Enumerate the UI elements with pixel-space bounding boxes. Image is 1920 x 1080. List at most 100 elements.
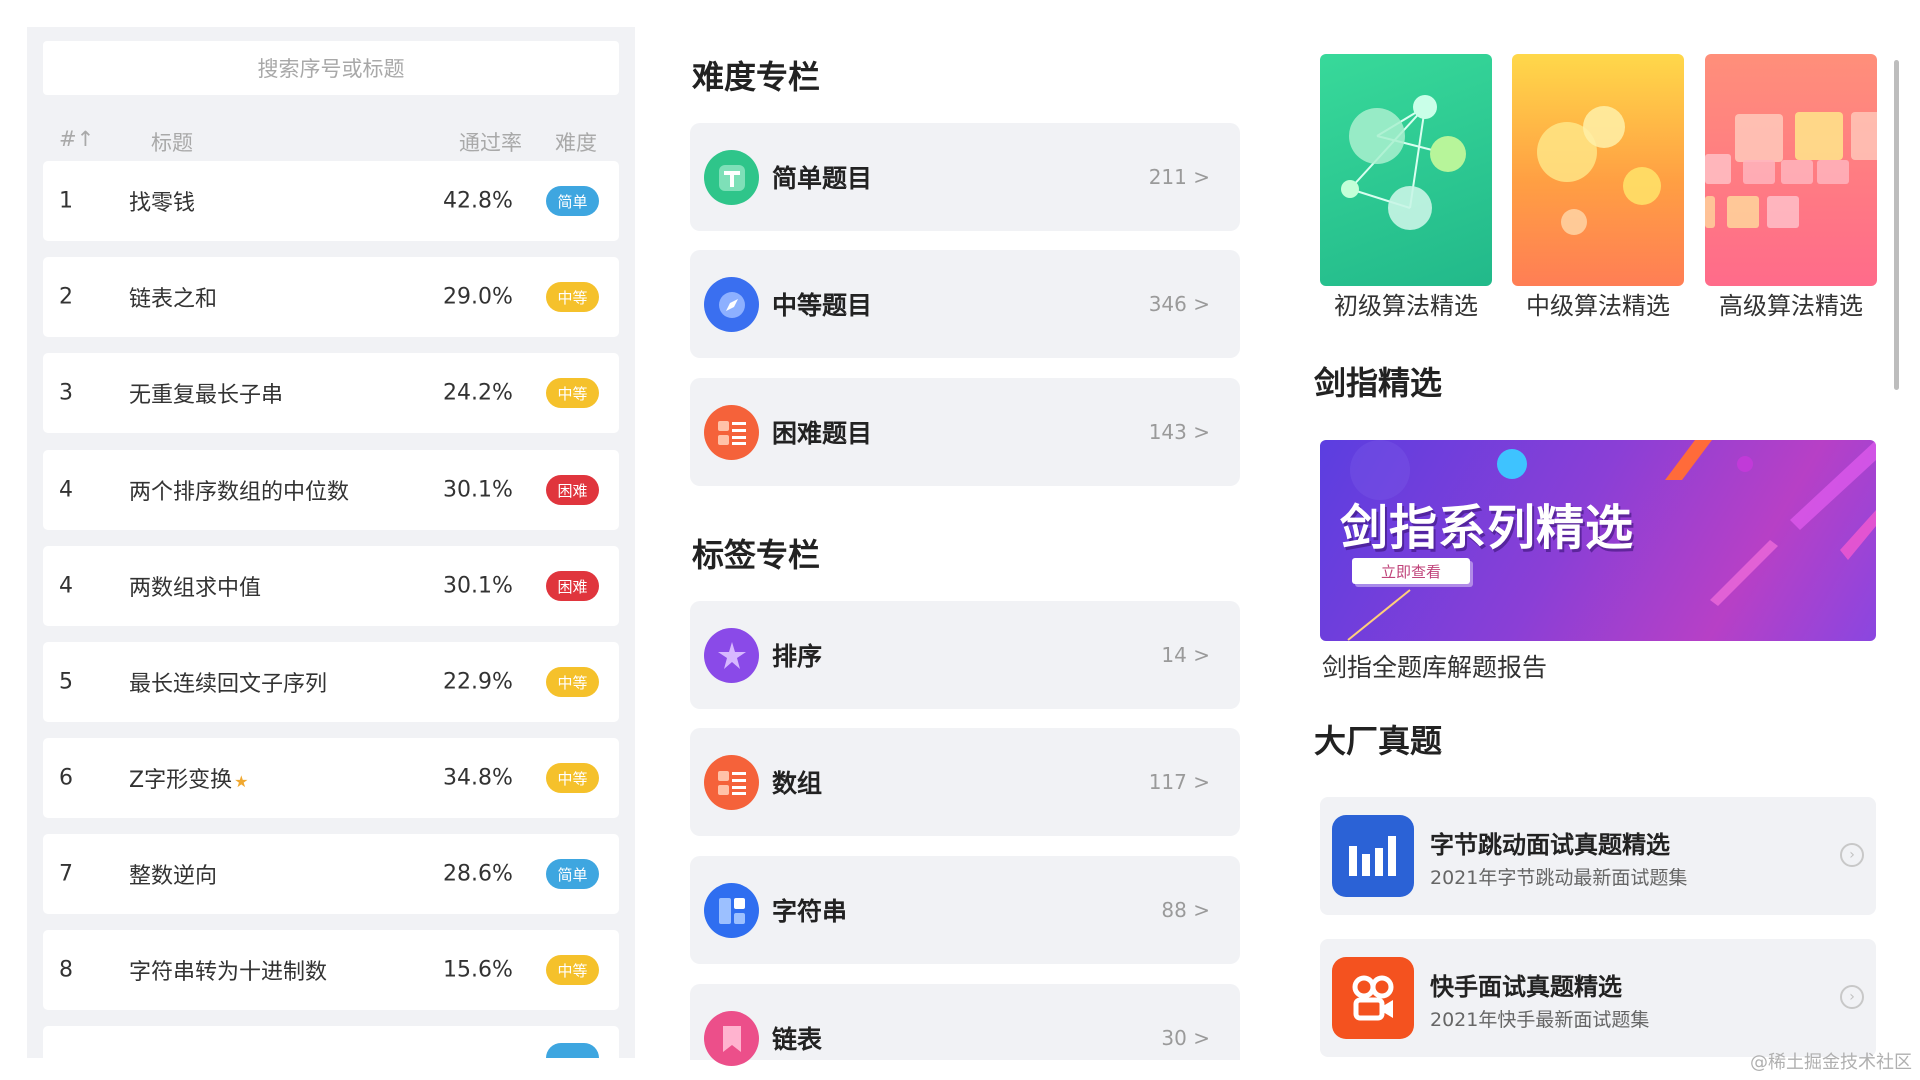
tag-label: 数组 — [772, 769, 823, 798]
problem-title: 无重复最长子串 — [129, 383, 284, 408]
problem-index: 8 — [59, 957, 73, 983]
tag-count: 88 > — [1161, 898, 1210, 922]
company-name: 快手面试真题精选 — [1430, 973, 1622, 1001]
easy-icon — [704, 150, 759, 205]
tag-label: 链表 — [772, 1025, 823, 1054]
problem-rate: 29.0% — [443, 284, 513, 310]
difficulty-badge: 中等 — [546, 955, 599, 985]
layout-icon — [704, 883, 759, 938]
difficulty-badge: 中等 — [546, 282, 599, 312]
bubbles-icon — [1537, 106, 1661, 235]
molecule-icon — [1341, 95, 1466, 230]
problem-index: 7 — [59, 861, 73, 887]
title-header: 标题 — [151, 131, 193, 155]
problem-row[interactable]: 5 最长连续回文子序列 22.9% 中等 — [43, 642, 619, 722]
difficulty-badge: 困难 — [546, 571, 599, 601]
companies-section-title: 大厂真题 — [1314, 722, 1443, 760]
jianzhi-banner[interactable]: 剑指系列精选 立即查看 — [1320, 440, 1876, 641]
tag-string[interactable]: 字符串 88 > — [690, 856, 1240, 964]
difficulty-badge: 中等 — [546, 667, 599, 697]
tag-count: 117 > — [1148, 770, 1210, 794]
company-card-bytedance[interactable]: 字节跳动面试真题精选 2021年字节跳动最新面试题集 › — [1320, 797, 1876, 915]
category-medium[interactable]: 中等题目 346 > — [690, 250, 1240, 358]
search-input[interactable]: 搜索序号或标题 — [43, 41, 619, 95]
banner-heading: 剑指系列精选 — [1340, 500, 1635, 556]
problem-index: 5 — [59, 669, 73, 695]
problem-rate: 34.8% — [443, 765, 513, 791]
tag-linked-list[interactable]: 链表 30 > — [690, 984, 1240, 1066]
problem-title: 链表之和 — [129, 287, 218, 312]
category-easy[interactable]: 简单题目 211 > — [690, 123, 1240, 231]
problem-row[interactable]: 6 Z字形变换 ★ 34.8% 中等 — [43, 738, 619, 818]
star-icon: ★ — [234, 772, 249, 791]
problem-row[interactable] — [43, 1026, 619, 1058]
problem-row[interactable]: 3 无重复最长子串 24.2% 中等 — [43, 353, 619, 433]
course-label: 高级算法精选 — [1719, 292, 1863, 320]
course-card-beginner[interactable] — [1320, 54, 1492, 286]
problem-title: 整数逆向 — [129, 864, 218, 889]
category-label: 简单题目 — [772, 164, 873, 193]
category-label: 困难题目 — [772, 419, 873, 448]
problem-title-text: Z字形变换 — [129, 768, 233, 793]
category-count: 346 > — [1148, 292, 1210, 316]
rate-header[interactable]: 通过率 — [459, 127, 522, 157]
problem-title: Z字形变换 ★ — [129, 762, 248, 794]
difficulty-badge: 简单 — [546, 186, 599, 216]
difficulty-header[interactable]: 难度 — [555, 127, 597, 157]
tag-sort[interactable]: 排序 14 > — [690, 601, 1240, 709]
tag-count: 30 > — [1161, 1026, 1210, 1050]
problem-title: 两个排序数组的中位数 — [129, 480, 350, 505]
problem-rate: 30.1% — [443, 573, 513, 599]
company-subtitle: 2021年字节跳动最新面试题集 — [1430, 867, 1688, 889]
list-icon — [704, 755, 759, 810]
course-card-intermediate[interactable] — [1512, 54, 1684, 286]
problem-title: 两数组求中值 — [129, 576, 262, 601]
problem-index: 6 — [59, 765, 73, 791]
scrollbar[interactable] — [1894, 60, 1899, 390]
tag-count: 14 > — [1161, 643, 1210, 667]
view-now-button[interactable]: 立即查看 — [1352, 558, 1470, 584]
difficulty-badge — [546, 1043, 599, 1058]
category-hard[interactable]: 困难题目 143 > — [690, 378, 1240, 486]
course-label: 中级算法精选 — [1526, 292, 1670, 320]
tag-label: 排序 — [772, 642, 823, 671]
company-card-kuaishou[interactable]: 快手面试真题精选 2021年快手最新面试题集 › — [1320, 939, 1876, 1057]
problem-row[interactable]: 4 两个排序数组的中位数 30.1% 困难 — [43, 450, 619, 530]
difficulty-badge: 中等 — [546, 763, 599, 793]
tag-array[interactable]: 数组 117 > — [690, 728, 1240, 836]
difficulty-section-title: 难度专栏 — [692, 58, 821, 96]
problem-row[interactable]: 4 两数组求中值 30.1% 困难 — [43, 546, 619, 626]
problem-title: 最长连续回文子序列 — [129, 672, 328, 697]
problem-rate: 30.1% — [443, 477, 513, 503]
problem-rate: 24.2% — [443, 380, 513, 406]
course-card-advanced[interactable] — [1705, 54, 1877, 286]
blocks-icon — [1705, 112, 1877, 228]
problem-index: 1 — [59, 188, 73, 214]
problem-index: 4 — [59, 573, 73, 599]
chevron-right-icon: › — [1840, 985, 1864, 1009]
problem-row[interactable]: 1 找零钱 42.8% 简单 — [43, 161, 619, 241]
watermark: @稀土掘金技术社区 — [1750, 1052, 1912, 1073]
problem-title: 字符串转为十进制数 — [129, 960, 328, 985]
problem-row[interactable]: 2 链表之和 29.0% 中等 — [43, 257, 619, 337]
category-count: 211 > — [1148, 165, 1210, 189]
sort-index-header[interactable]: #↑ — [59, 127, 94, 151]
list-header: #↑ 标题 通过率 难度 — [43, 115, 619, 165]
bookmark-icon — [704, 1011, 759, 1066]
problem-rate: 15.6% — [443, 957, 513, 983]
problem-row[interactable]: 8 字符串转为十进制数 15.6% 中等 — [43, 930, 619, 1010]
problem-index: 4 — [59, 477, 73, 503]
tag-label: 字符串 — [772, 897, 848, 926]
problem-row[interactable]: 7 整数逆向 28.6% 简单 — [43, 834, 619, 914]
problem-list-panel: 搜索序号或标题 #↑ 标题 通过率 难度 1 找零钱 42.8% 简单 2 链表… — [27, 27, 635, 1058]
company-subtitle: 2021年快手最新面试题集 — [1430, 1009, 1650, 1031]
problem-title: 找零钱 — [129, 191, 196, 216]
company-name: 字节跳动面试真题精选 — [1430, 831, 1670, 859]
chevron-right-icon: › — [1840, 843, 1864, 867]
difficulty-badge: 中等 — [546, 378, 599, 408]
jianzhi-section-title: 剑指精选 — [1314, 364, 1443, 402]
kuaishou-icon — [1332, 957, 1414, 1039]
problem-rate: 22.9% — [443, 669, 513, 695]
course-label: 初级算法精选 — [1334, 292, 1478, 320]
bytedance-icon — [1332, 815, 1414, 897]
